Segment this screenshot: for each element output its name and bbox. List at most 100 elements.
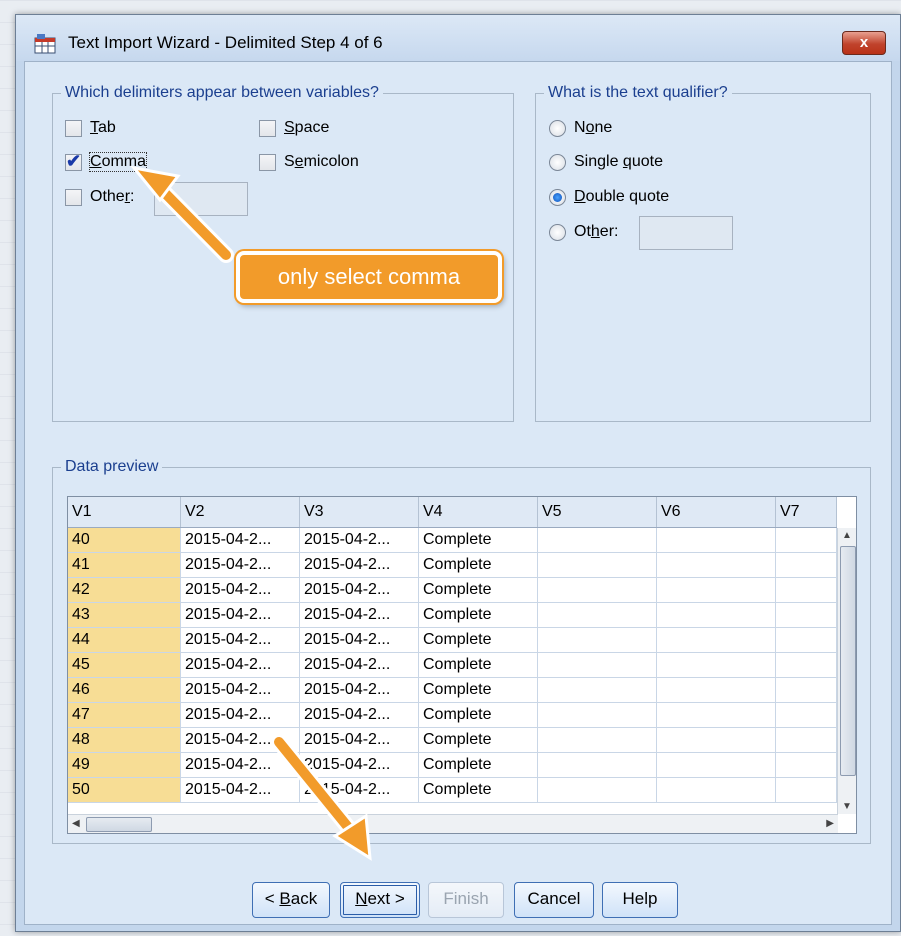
tab-checkbox[interactable]: Tab bbox=[65, 119, 116, 137]
horizontal-scroll-thumb[interactable] bbox=[86, 817, 152, 832]
other-qualifier-label: Other: bbox=[574, 223, 619, 240]
table-cell: 2015-04-2... bbox=[299, 602, 419, 628]
cancel-button[interactable]: Cancel bbox=[514, 882, 594, 918]
double-quote-radio-button[interactable] bbox=[549, 188, 566, 206]
column-header-v7[interactable]: V7 bbox=[775, 497, 837, 528]
table-cell: 43 bbox=[68, 602, 181, 628]
table-cell: Complete bbox=[418, 677, 538, 703]
column-header-v6[interactable]: V6 bbox=[656, 497, 776, 528]
title-bar[interactable]: Text Import Wizard - Delimited Step 4 of… bbox=[16, 15, 900, 61]
none-label: None bbox=[574, 119, 613, 136]
scroll-left-icon[interactable]: ◀ bbox=[72, 818, 80, 829]
space-label: Space bbox=[284, 119, 330, 136]
table-cell bbox=[775, 627, 837, 653]
qualifier-single-quote-radio[interactable]: Single quote bbox=[549, 153, 663, 171]
horizontal-scrollbar[interactable]: ◀ ▶ bbox=[68, 814, 838, 833]
data-preview-container: V1 V2 V3 V4 V5 V6 V7 40 2015-04-2... 2015-04-2..… bbox=[52, 466, 871, 850]
vertical-scrollbar[interactable]: ▲ ▼ bbox=[837, 528, 856, 814]
table-cell: Complete bbox=[418, 702, 538, 728]
scroll-down-icon[interactable]: ▼ bbox=[842, 801, 852, 812]
table-cell bbox=[537, 552, 657, 578]
table-cell bbox=[537, 702, 657, 728]
table-cell: Complete bbox=[418, 727, 538, 753]
qualifier-other-radio[interactable]: Other: bbox=[549, 223, 618, 241]
table-cell bbox=[775, 702, 837, 728]
column-header-v4[interactable]: V4 bbox=[418, 497, 538, 528]
delimiters-legend: Which delimiters appear between variable… bbox=[65, 84, 379, 101]
other-delimiter-checkbox-box[interactable] bbox=[65, 188, 82, 206]
vertical-scroll-thumb[interactable] bbox=[840, 546, 856, 776]
table-cell bbox=[775, 552, 837, 578]
table-cell bbox=[656, 627, 776, 653]
double-quote-label: Double quote bbox=[574, 188, 670, 205]
table-cell bbox=[656, 777, 776, 803]
table-cell: Complete bbox=[418, 752, 538, 778]
qualifier-double-quote-radio[interactable]: Double quote bbox=[549, 188, 669, 206]
back-button[interactable]: < Back bbox=[252, 882, 330, 918]
other-qualifier-input[interactable] bbox=[639, 216, 733, 250]
table-cell bbox=[656, 727, 776, 753]
window-title: Text Import Wizard - Delimited Step 4 of… bbox=[68, 33, 383, 52]
table-cell: 2015-04-2... bbox=[180, 652, 300, 678]
table-cell: 2015-04-2... bbox=[299, 577, 419, 603]
table-cell: 48 bbox=[68, 727, 181, 753]
table-cell: 2015-04-2... bbox=[299, 652, 419, 678]
table-cell: 2015-04-2... bbox=[180, 527, 300, 553]
table-cell: 2015-04-2... bbox=[180, 627, 300, 653]
semicolon-checkbox[interactable]: Semicolon bbox=[259, 153, 359, 171]
column-header-v2[interactable]: V2 bbox=[180, 497, 300, 528]
table-cell bbox=[537, 527, 657, 553]
table-cell: 2015-04-2... bbox=[299, 777, 419, 803]
table-cell: Complete bbox=[418, 627, 538, 653]
table-cell: 50 bbox=[68, 777, 181, 803]
table-cell bbox=[537, 777, 657, 803]
other-delimiter-checkbox[interactable]: Other: bbox=[65, 188, 134, 206]
table-row: 49 2015-04-2... 2015-04-2... Complete bbox=[68, 752, 837, 778]
table-row: 40 2015-04-2... 2015-04-2... Complete bbox=[68, 527, 837, 553]
scroll-right-icon[interactable]: ▶ bbox=[826, 818, 834, 829]
table-cell: 45 bbox=[68, 652, 181, 678]
table-cell: Complete bbox=[418, 577, 538, 603]
table-cell bbox=[775, 727, 837, 753]
table-row: 45 2015-04-2... 2015-04-2... Complete bbox=[68, 652, 837, 678]
next-button[interactable]: Next > bbox=[340, 882, 420, 918]
table-cell: 2015-04-2... bbox=[180, 777, 300, 803]
other-qualifier-radio-button[interactable] bbox=[549, 223, 566, 241]
table-cell: 42 bbox=[68, 577, 181, 603]
help-button[interactable]: Help bbox=[602, 882, 678, 918]
table-cell bbox=[656, 752, 776, 778]
table-cell bbox=[537, 677, 657, 703]
table-cell: 40 bbox=[68, 527, 181, 553]
semicolon-checkbox-box[interactable] bbox=[259, 153, 276, 171]
column-header-v1[interactable]: V1 bbox=[68, 497, 181, 528]
scroll-up-icon[interactable]: ▲ bbox=[842, 530, 852, 541]
table-row: 44 2015-04-2... 2015-04-2... Complete bbox=[68, 627, 837, 653]
table-cell bbox=[775, 777, 837, 803]
table-cell bbox=[656, 652, 776, 678]
table-cell bbox=[656, 577, 776, 603]
table-cell bbox=[537, 752, 657, 778]
column-header-v3[interactable]: V3 bbox=[299, 497, 419, 528]
tab-checkbox-box[interactable] bbox=[65, 119, 82, 137]
table-cell: 2015-04-2... bbox=[299, 727, 419, 753]
table-cell bbox=[656, 677, 776, 703]
dialog-client-area: Which delimiters appear between variable… bbox=[24, 61, 892, 925]
comma-checkbox[interactable]: Comma bbox=[65, 151, 148, 172]
qualifier-none-radio[interactable]: None bbox=[549, 119, 612, 137]
table-cell bbox=[775, 752, 837, 778]
none-radio-button[interactable] bbox=[549, 119, 566, 137]
table-row: 48 2015-04-2... 2015-04-2... Complete bbox=[68, 727, 837, 753]
comma-label: Comma bbox=[88, 152, 148, 172]
comma-checkbox-box[interactable] bbox=[65, 151, 82, 172]
other-delimiter-input[interactable] bbox=[154, 182, 248, 216]
space-checkbox[interactable]: Space bbox=[259, 119, 329, 137]
close-button[interactable]: x bbox=[842, 31, 886, 55]
table-cell bbox=[656, 552, 776, 578]
finish-button[interactable]: Finish bbox=[428, 882, 504, 918]
space-checkbox-box[interactable] bbox=[259, 119, 276, 137]
table-cell bbox=[656, 702, 776, 728]
column-header-v5[interactable]: V5 bbox=[537, 497, 657, 528]
single-quote-radio-button[interactable] bbox=[549, 153, 566, 171]
data-preview-grid[interactable]: V1 V2 V3 V4 V5 V6 V7 40 2015-04-2... 2015-04-2..… bbox=[67, 496, 857, 834]
other-delimiter-label: Other: bbox=[90, 188, 135, 205]
